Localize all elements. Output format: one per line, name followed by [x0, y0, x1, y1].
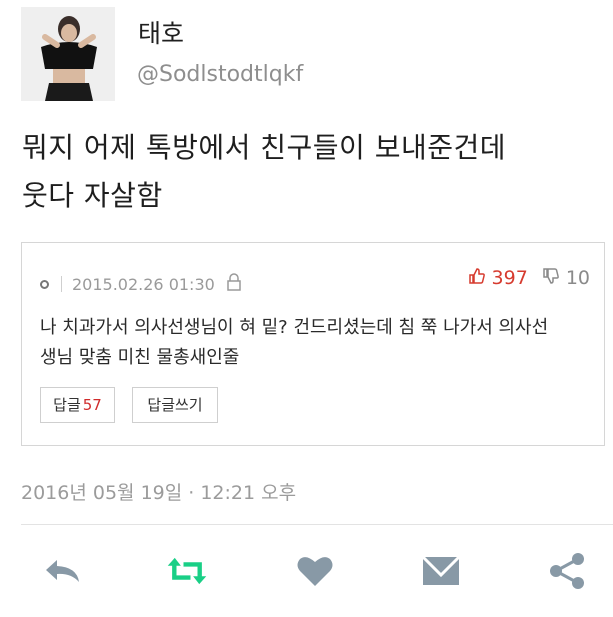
tweet-text: 뭐지 어제 톡방에서 친구들이 보내준건데 웃다 자살함	[22, 124, 602, 220]
share-button[interactable]	[546, 550, 588, 592]
reply-icon	[46, 560, 79, 582]
tweet-text-line-1: 뭐지 어제 톡방에서 친구들이 보내준건데	[22, 131, 507, 164]
comment-line-2: 생님 맞춤 미친 물총새인줄	[40, 347, 240, 368]
user-handle[interactable]: @Sodlstodtlqkf	[137, 62, 303, 87]
reply-label: 답글	[53, 396, 81, 414]
meta-divider	[61, 276, 62, 292]
bullet-icon	[40, 279, 49, 289]
retweet-button[interactable]	[166, 550, 208, 592]
divider	[21, 524, 613, 525]
avatar[interactable]	[21, 7, 115, 101]
tweet-timestamp: 2016년 05월 19일 · 12:21 오후	[21, 482, 297, 504]
upvote-count: 397	[491, 267, 528, 289]
comment-meta: 2015.02.26 01:30	[40, 273, 242, 295]
envelope-icon	[421, 555, 461, 585]
reply-count: 57	[82, 396, 102, 414]
vote-counts: 397 10	[468, 267, 590, 289]
comment-line-1: 나 치과가서 의사선생님이 혀 밑? 건드리셨는데 침 쭉 나가서 의사선	[40, 317, 549, 338]
comment-text: 나 치과가서 의사선생님이 혀 밑? 건드리셨는데 침 쭉 나가서 의사선 생님…	[40, 313, 585, 373]
heart-icon	[297, 557, 333, 586]
thumbs-down-icon[interactable]	[542, 267, 560, 289]
embedded-comment-card: 2015.02.26 01:30 397 10 나 치과가서 의사선생님이 혀 …	[21, 242, 605, 446]
reply-count-button[interactable]: 답글 57	[40, 387, 115, 423]
direct-message-button[interactable]	[420, 550, 462, 592]
retweet-icon	[167, 557, 207, 585]
display-name[interactable]: 태호	[138, 14, 184, 50]
comment-datetime: 2015.02.26 01:30	[72, 274, 215, 294]
tweet-text-line-2: 웃다 자살함	[22, 179, 163, 212]
downvote-count: 10	[565, 267, 590, 289]
reply-button[interactable]	[42, 550, 84, 592]
share-icon	[550, 553, 584, 589]
write-reply-button[interactable]: 답글쓰기	[132, 387, 218, 423]
thumbs-up-icon[interactable]	[468, 267, 486, 289]
like-button[interactable]	[294, 550, 336, 592]
lock-icon	[226, 273, 242, 295]
